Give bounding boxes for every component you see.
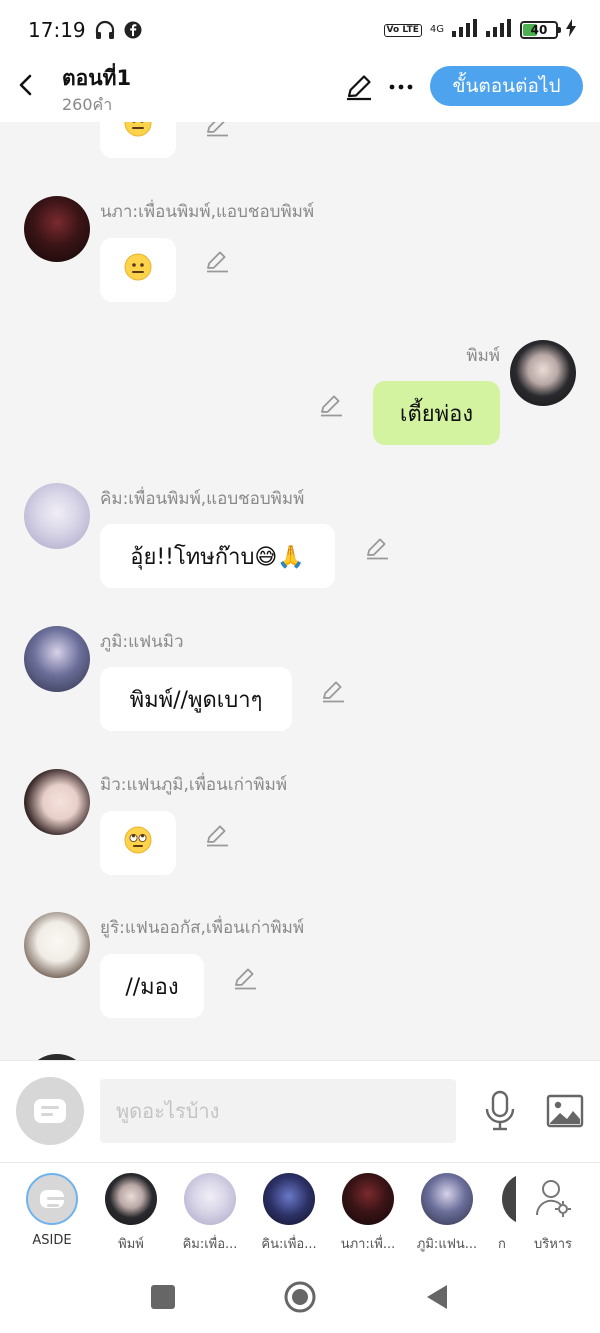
aside-toggle-button[interactable]: [16, 1077, 84, 1145]
eye-roll-face-icon: [124, 826, 152, 860]
character-label: คิม:เพื่อ...: [182, 1237, 238, 1252]
more-options-icon[interactable]: [386, 72, 416, 102]
avatar: [184, 1173, 236, 1225]
battery-icon: 40: [520, 21, 561, 39]
message-bubble[interactable]: [100, 238, 176, 302]
character-item[interactable]: ก: [486, 1173, 516, 1254]
character-aside[interactable]: ASIDE: [12, 1173, 92, 1248]
character-item[interactable]: พิมพ์: [91, 1173, 171, 1254]
neutral-face-icon: [124, 122, 152, 143]
system-nav-bar: [0, 1260, 600, 1333]
character-item[interactable]: ภูมิ:แฟน...: [407, 1173, 487, 1254]
character-label: คิน:เพื่อ...: [261, 1237, 317, 1252]
back-arrow-icon[interactable]: [12, 70, 42, 100]
avatar[interactable]: [24, 626, 90, 692]
avatar[interactable]: [24, 912, 90, 978]
edit-pencil-icon[interactable]: [344, 72, 374, 102]
character-selector: ASIDE พิมพ์ คิม:เพื่อ... คิน:เพื่อ... นภ…: [0, 1162, 600, 1260]
aside-avatar: [26, 1173, 78, 1225]
home-circle-icon[interactable]: [283, 1280, 317, 1314]
headphones-icon: [94, 19, 116, 41]
message-bubble[interactable]: เตี้ยพ่อง: [373, 381, 500, 445]
character-item[interactable]: คิม:เพื่อ...: [170, 1173, 250, 1254]
manage-characters-button[interactable]: บริหาร: [513, 1173, 593, 1254]
back-triangle-icon[interactable]: [420, 1280, 454, 1314]
avatar[interactable]: [24, 196, 90, 262]
avatar: [105, 1173, 157, 1225]
charging-icon: [566, 19, 576, 41]
signal-icon-2: [486, 19, 512, 41]
message-bubble[interactable]: //มอง: [100, 954, 204, 1018]
facebook-icon: [124, 21, 142, 39]
message-input[interactable]: [100, 1079, 456, 1143]
character-label: ก: [498, 1237, 506, 1252]
message-text: อุ้ย!!โทษก๊าบ😅🙏: [130, 544, 305, 570]
edit-message-icon[interactable]: [320, 678, 346, 704]
character-item[interactable]: คิน:เพื่อ...: [249, 1173, 329, 1254]
message-bubble[interactable]: อุ้ย!!โทษก๊าบ😅🙏: [100, 524, 335, 588]
character-label: พิมพ์: [118, 1237, 144, 1252]
app-header: ตอนที่1 260คำ ขั้นตอนต่อไป: [0, 60, 600, 122]
image-picker-icon[interactable]: [545, 1091, 585, 1131]
signal-icon: [452, 19, 478, 41]
avatar[interactable]: [24, 483, 90, 549]
avatar[interactable]: [510, 340, 576, 406]
message-text: //มอง: [125, 974, 179, 1000]
page-title: ตอนที่1: [62, 66, 132, 90]
message-bubble[interactable]: [100, 122, 176, 158]
edit-message-icon[interactable]: [204, 248, 230, 274]
sender-name: ยูริ:แฟนออกัส,เพื่อนเก่าพิมพ์: [100, 918, 305, 938]
avatar: [263, 1173, 315, 1225]
recents-square-icon[interactable]: [146, 1280, 180, 1314]
avatar[interactable]: [24, 769, 90, 835]
edit-message-icon[interactable]: [364, 535, 390, 561]
message-bubble[interactable]: พิมพ์//พูดเบาๆ: [100, 667, 292, 731]
edit-message-icon[interactable]: [232, 965, 258, 991]
sender-name: นภา:เพื่อนพิมพ์,แอบชอบพิมพ์: [100, 202, 315, 222]
status-bar: 17:19 Vo LTE 4G 40: [0, 0, 600, 60]
user-settings-icon: [527, 1173, 579, 1225]
edit-message-icon[interactable]: [204, 122, 230, 138]
message-composer: [0, 1060, 600, 1162]
sender-name: คิม:เพื่อนพิมพ์,แอบชอบพิมพ์: [100, 489, 305, 509]
message-text: เตี้ยพ่อง: [399, 401, 474, 427]
sender-name: มิว:แฟนภูมิ,เพื่อนเก่าพิมพ์: [100, 775, 288, 795]
avatar: [421, 1173, 473, 1225]
speech-bubble-icon: [34, 1099, 66, 1123]
avatar: [342, 1173, 394, 1225]
network-type: 4G: [429, 24, 444, 35]
character-item[interactable]: นภา:เพื่...: [328, 1173, 408, 1254]
speech-bubble-icon: [40, 1190, 65, 1208]
status-time: 17:19: [28, 18, 86, 42]
character-label: ภูมิ:แฟน...: [416, 1237, 478, 1252]
status-indicators: Vo LTE 4G 40: [383, 19, 576, 41]
battery-level: 40: [530, 23, 548, 37]
next-step-button[interactable]: ขั้นตอนต่อไป: [430, 66, 583, 106]
character-label: บริหาร: [533, 1237, 573, 1252]
volte-badge: Vo LTE: [383, 23, 422, 37]
message-text: พิมพ์//พูดเบาๆ: [129, 687, 263, 713]
character-label: ASIDE: [32, 1233, 72, 1248]
word-count: 260คำ: [62, 95, 113, 114]
edit-message-icon[interactable]: [204, 822, 230, 848]
sender-name: พิมพ์: [466, 346, 500, 366]
chat-thread[interactable]: นภา:เพื่อนพิมพ์,แอบชอบพิมพ์ พิมพ์ เตี้ยพ…: [0, 122, 600, 1060]
message-bubble[interactable]: [100, 811, 176, 875]
microphone-icon[interactable]: [480, 1089, 520, 1133]
sender-name: ภูมิ:แฟนมิว: [100, 632, 184, 652]
edit-message-icon[interactable]: [318, 392, 344, 418]
neutral-face-icon: [124, 253, 152, 287]
character-label: นภา:เพื่...: [340, 1237, 396, 1252]
